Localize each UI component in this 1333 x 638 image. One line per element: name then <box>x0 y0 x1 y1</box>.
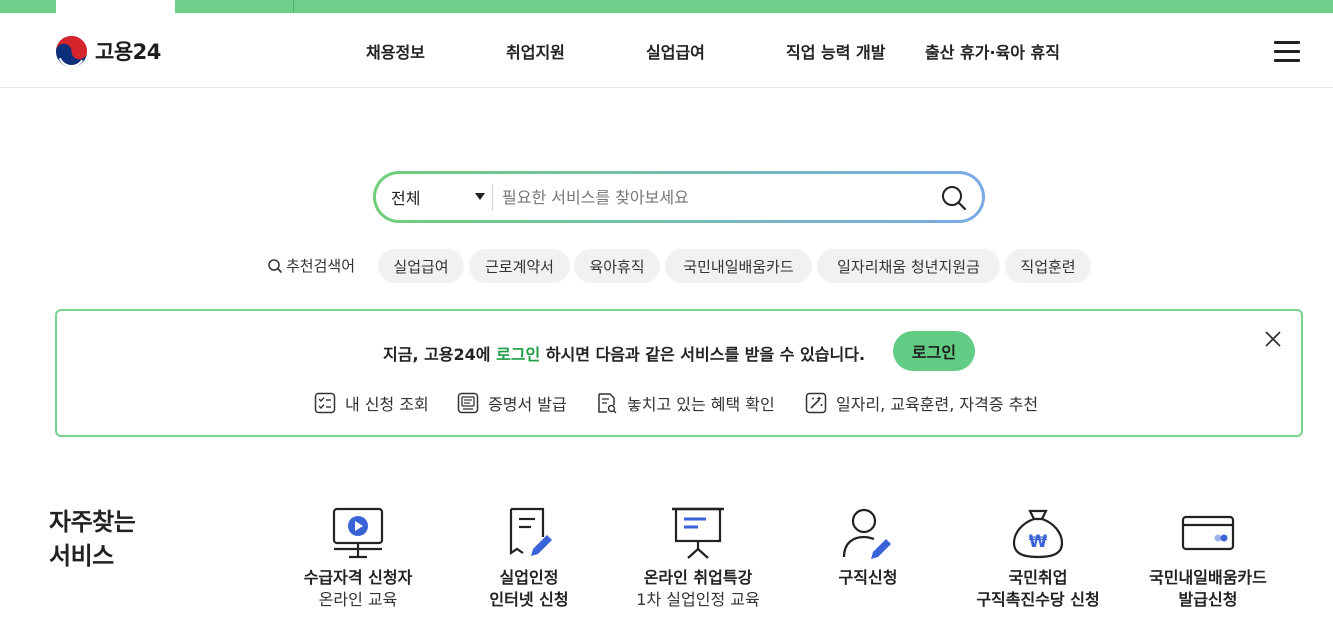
service-label-line1: 구직신청 <box>838 568 898 587</box>
service-label-line2: 온라인 교육 <box>318 590 398 609</box>
credit-card-icon <box>1181 515 1235 551</box>
benefit-my-applications: 내 신청 조회 <box>314 390 429 416</box>
login-promo-banner: 지금, 고용24에 로그인 하시면 다음과 같은 서비스를 받을 수 있습니다.… <box>55 309 1303 437</box>
site-logo-text: 고용24 <box>95 40 161 64</box>
service-national-employment-allowance[interactable]: ₩ 국민취업 구직촉진수당 신청 <box>953 505 1123 611</box>
service-online-job-lecture[interactable]: 온라인 취업특강 1차 실업인정 교육 <box>613 505 783 611</box>
recommended-label-text: 추천검색어 <box>286 257 356 275</box>
search-input[interactable] <box>502 182 922 212</box>
keyword-chip[interactable]: 실업급여 <box>378 249 464 283</box>
frequent-services-title: 자주찾는 서비스 <box>49 505 136 573</box>
nav-item-jobs[interactable]: 채용정보 <box>366 39 425 63</box>
service-label-line1: 국민내일배움카드 <box>1149 568 1267 587</box>
service-label-line2: 발급신청 <box>1178 590 1238 609</box>
certificate-icon <box>457 392 479 414</box>
login-promo-message: 지금, 고용24에 로그인 하시면 다음과 같은 서비스를 받을 수 있습니다. <box>383 341 865 365</box>
keyword-chip[interactable]: 직업훈련 <box>1005 249 1091 283</box>
benefit-label: 증명서 발급 <box>488 395 567 414</box>
site-header: 고용24 채용정보 취업지원 실업급여 직업 능력 개발 출산 휴가·육아 휴직 <box>0 13 1333 88</box>
nav-item-unemployment-benefit[interactable]: 실업급여 <box>646 39 705 63</box>
benefit-missed-benefits: 놓치고 있는 혜택 확인 <box>596 390 775 416</box>
nav-item-vocational-training[interactable]: 직업 능력 개발 <box>786 39 885 63</box>
nav-item-employment-support[interactable]: 취업지원 <box>506 39 565 63</box>
service-job-seeker-registration[interactable]: 구직신청 <box>783 505 953 589</box>
benefit-recommendations: 일자리, 교육훈련, 자격증 추천 <box>805 390 1038 416</box>
search-box-inner: 전체 <box>376 174 982 220</box>
benefit-label: 내 신청 조회 <box>345 395 429 414</box>
site-logo[interactable]: 고용24 <box>55 34 161 68</box>
service-unemployment-certification[interactable]: 실업인정 인터넷 신청 <box>444 505 614 611</box>
login-promo-highlight: 로그인 <box>496 345 541 364</box>
taegeuk-logo-icon <box>55 35 88 67</box>
search-box: 전체 <box>373 171 985 223</box>
menu-hamburger-icon[interactable] <box>1274 41 1300 62</box>
service-label-line1: 실업인정 <box>499 568 559 587</box>
service-label-line1: 수급자격 신청자 <box>303 568 413 587</box>
utility-divider <box>293 0 294 13</box>
magic-wand-icon <box>805 392 827 414</box>
frequent-title-line1: 자주찾는 <box>49 508 136 536</box>
login-button[interactable]: 로그인 <box>893 331 975 371</box>
keyword-chip[interactable]: 국민내일배움카드 <box>665 249 812 283</box>
service-label-line1: 국민취업 <box>1008 568 1068 587</box>
recommended-label: 추천검색어 <box>267 255 355 276</box>
checklist-icon <box>314 392 336 414</box>
user-edit-icon <box>842 508 891 559</box>
caret-down-icon <box>475 193 485 200</box>
search-icon[interactable] <box>940 184 968 212</box>
keyword-chip[interactable]: 일자리채움 청년지원금 <box>817 249 1000 283</box>
document-search-icon <box>598 393 617 414</box>
keyword-chip[interactable]: 육아휴직 <box>574 249 660 283</box>
video-monitor-icon <box>332 507 384 559</box>
service-label-line2: 1차 실업인정 교육 <box>636 590 760 609</box>
benefit-label: 일자리, 교육훈련, 자격증 추천 <box>836 395 1039 414</box>
top-utility-bar <box>0 0 1333 13</box>
search-small-icon <box>268 258 282 273</box>
presentation-board-icon <box>672 507 724 559</box>
service-eligibility-online-education[interactable]: 수급자격 신청자 온라인 교육 <box>273 505 443 611</box>
nav-item-parental-leave[interactable]: 출산 휴가·육아 휴직 <box>925 39 1060 63</box>
svg-text:₩: ₩ <box>1029 532 1048 552</box>
money-bag-icon: ₩ <box>1012 509 1064 559</box>
search-category-value: 전체 <box>391 189 421 208</box>
keyword-chip[interactable]: 근로계약서 <box>469 249 570 283</box>
utility-tab-active[interactable] <box>56 0 175 13</box>
service-learning-card-issue[interactable]: 국민내일배움카드 발급신청 <box>1123 505 1293 611</box>
service-label-line2: 구직촉진수당 신청 <box>976 590 1100 609</box>
search-category-select[interactable]: 전체 <box>391 174 491 220</box>
login-promo-prefix: 지금, 고용24에 <box>383 345 497 364</box>
service-label-line2: 인터넷 신청 <box>489 590 569 609</box>
search-divider <box>492 184 493 211</box>
login-promo-suffix: 하시면 다음과 같은 서비스를 받을 수 있습니다. <box>540 345 866 364</box>
benefit-label: 놓치고 있는 혜택 확인 <box>627 395 775 414</box>
document-edit-icon <box>509 507 552 556</box>
frequent-title-line2: 서비스 <box>49 542 114 570</box>
benefit-certificate: 증명서 발급 <box>457 390 567 416</box>
close-icon[interactable] <box>1264 330 1282 348</box>
service-label-line1: 온라인 취업특강 <box>643 568 753 587</box>
